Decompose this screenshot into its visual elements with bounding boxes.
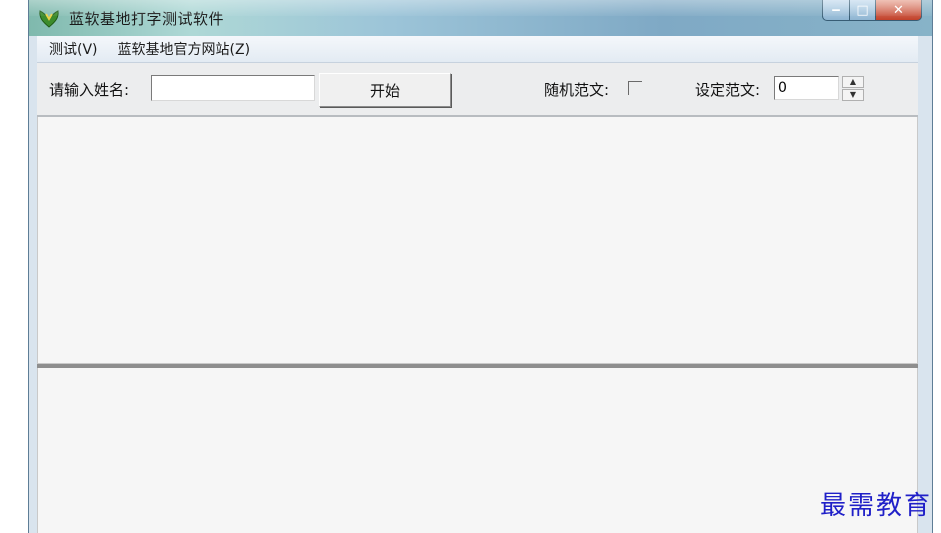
maximize-icon: □ <box>856 2 869 18</box>
set-text-label: 设定范文: <box>695 81 761 99</box>
spin-down-button[interactable]: ▼ <box>842 89 864 101</box>
minimize-button[interactable]: ‒ <box>822 0 850 21</box>
toolbar: 请输入姓名: 开始 随机范文: 设定范文: ▲ ▼ <box>37 63 918 117</box>
menu-official-site[interactable]: 蓝软基地官方网站(Z) <box>118 39 251 59</box>
menu-test[interactable]: 测试(V) <box>49 39 98 59</box>
start-button[interactable]: 开始 <box>319 73 451 107</box>
set-text-input[interactable] <box>774 76 839 100</box>
minimize-icon: ‒ <box>831 2 841 18</box>
watermark-text: 最需教育 <box>820 491 933 521</box>
random-text-label: 随机范文: <box>544 81 610 99</box>
window-title: 蓝软基地打字测试软件 <box>69 10 225 28</box>
maximize-button[interactable]: □ <box>850 0 876 21</box>
typing-input-pane[interactable] <box>37 368 918 533</box>
random-text-checkbox[interactable] <box>628 81 642 95</box>
name-label: 请输入姓名: <box>49 81 130 99</box>
close-icon: ✕ <box>893 2 904 18</box>
menu-bar: 测试(V) 蓝软基地官方网站(Z) <box>37 36 918 63</box>
spin-up-button[interactable]: ▲ <box>842 76 864 88</box>
window-controls: ‒ □ ✕ <box>822 0 922 22</box>
name-input[interactable] <box>151 75 315 101</box>
close-button[interactable]: ✕ <box>876 0 922 21</box>
sample-text-pane[interactable] <box>37 117 918 364</box>
title-bar[interactable]: 蓝软基地打字测试软件 ‒ □ ✕ <box>29 0 932 36</box>
set-text-spinner: ▲ ▼ <box>842 76 864 102</box>
arrow-up-icon: ▲ <box>849 77 857 86</box>
app-logo-icon <box>39 10 59 28</box>
arrow-down-icon: ▼ <box>849 90 857 99</box>
app-window: 蓝软基地打字测试软件 ‒ □ ✕ 测试(V) 蓝软基地官方网站(Z) 请输入姓名… <box>28 0 933 533</box>
